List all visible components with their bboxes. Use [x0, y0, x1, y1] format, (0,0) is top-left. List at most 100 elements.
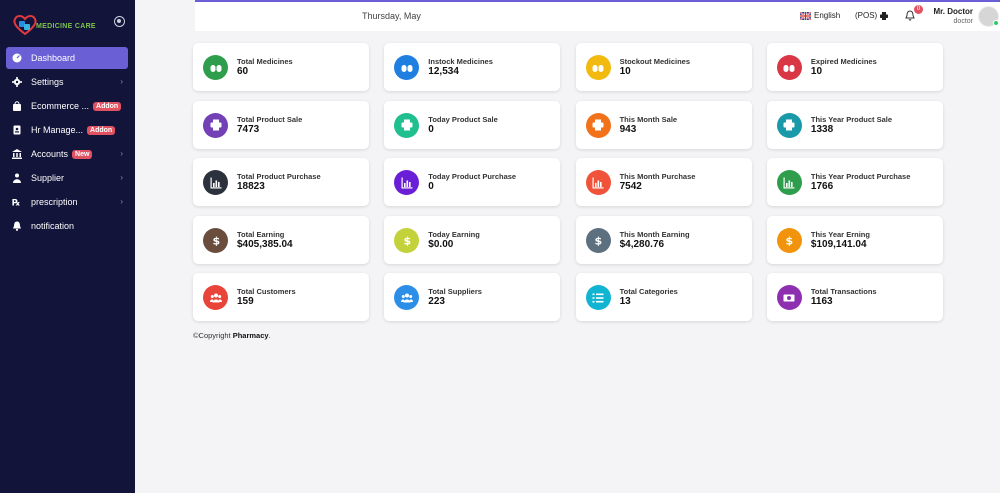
pos-button[interactable]: (POS): [855, 11, 889, 20]
prescription-icon: ℞: [12, 197, 22, 208]
stat-card-value: $405,385.04: [237, 238, 293, 250]
sidebar-item-label: prescription: [31, 197, 78, 207]
stat-card[interactable]: Total Categories 13: [575, 273, 752, 321]
stat-card-value: $0.00: [428, 238, 454, 250]
stat-card[interactable]: Total Product Purchase 18823: [193, 158, 369, 206]
topbar: Thursday, May English (POS) 0 Mr. Doctor…: [195, 0, 1000, 31]
sidebar-item-ecommerce[interactable]: Ecommerce ... Addon: [6, 95, 128, 117]
current-date: Thursday, May: [362, 11, 421, 21]
stat-card-value: $4,280.76: [619, 238, 665, 250]
stat-card[interactable]: Total Product Sale 7473: [193, 100, 369, 149]
sidebar-item-hr-management[interactable]: Hr Manage... Addon: [6, 119, 128, 141]
medicine-care-logo: [13, 15, 37, 36]
users-icon: [203, 285, 228, 310]
notification-count-badge: 0: [914, 5, 923, 14]
stat-card-label: Total Product Sale: [237, 114, 303, 124]
stat-card[interactable]: Total Transactions 1163: [766, 273, 943, 321]
money-icon: [776, 285, 802, 310]
pills-icon: [776, 55, 802, 80]
sidebar-toggle-icon[interactable]: [114, 16, 125, 27]
stat-card-label: This Month Earning: [619, 229, 690, 239]
stat-card-label: This Month Purchase: [619, 172, 696, 181]
language-selector[interactable]: English: [800, 11, 840, 20]
stat-card-label: Total Transactions: [810, 287, 877, 296]
bank-icon: [12, 149, 22, 159]
printer-icon: [585, 112, 611, 138]
stat-card-value: 1163: [810, 296, 833, 307]
stat-card-label: This Year Erning: [810, 229, 870, 239]
stat-card[interactable]: $ This Month Earning $4,280.76: [575, 215, 752, 264]
stat-card-value: 10: [619, 66, 631, 77]
stat-card[interactable]: This Year Product Purchase 1766: [766, 158, 943, 206]
stat-card-label: This Year Product Sale: [810, 114, 893, 124]
sidebar-item-label: Ecommerce ...: [31, 101, 90, 111]
printer-icon: [203, 112, 228, 138]
brand[interactable]: MEDICINE CARE: [10, 12, 125, 38]
bell-icon: [12, 221, 22, 231]
stat-card-value: 60: [237, 66, 249, 77]
stat-card-value: 159: [237, 296, 254, 307]
stat-card[interactable]: This Month Purchase 7542: [575, 158, 752, 206]
notification-bell-icon[interactable]: [905, 10, 915, 21]
stat-card-label: Today Earning: [428, 229, 480, 239]
sidebar-item-notification[interactable]: notification: [6, 215, 128, 237]
stat-card[interactable]: Total Suppliers 223: [384, 273, 561, 321]
stat-card[interactable]: Expired Medicines 10: [766, 43, 943, 91]
stat-card-value: 1338: [810, 123, 834, 135]
footer: ©Copyright Pharmacy.: [193, 331, 271, 340]
chevron-right-icon: ›: [120, 149, 123, 158]
stat-card-label: Today Product Purchase: [428, 172, 517, 181]
footer-suffix: .: [268, 331, 271, 340]
stat-card-label: Expired Medicines: [810, 57, 877, 66]
footer-brand[interactable]: Pharmacy: [233, 331, 269, 340]
stat-card[interactable]: $ Total Earning $405,385.04: [193, 215, 369, 264]
stat-card-value: 7542: [619, 181, 642, 192]
stat-card[interactable]: $ This Year Erning $109,141.04: [766, 215, 943, 264]
dollar-icon: $: [776, 227, 802, 253]
stat-card[interactable]: This Year Product Sale 1338: [766, 100, 943, 149]
sidebar-item-label: Dashboard: [31, 53, 76, 63]
stat-card[interactable]: Today Product Purchase 0: [384, 158, 561, 206]
stat-card-value: 7473: [237, 123, 260, 135]
sidebar-item-label: Accounts: [31, 149, 69, 159]
stat-card-label: Total Customers: [237, 287, 296, 296]
pills-icon: [203, 55, 228, 80]
user-role: doctor: [953, 18, 973, 25]
sidebar-item-accounts[interactable]: Accounts New ›: [6, 143, 128, 165]
stat-card-label: Total Medicines: [237, 57, 293, 66]
svg-text:℞: ℞: [12, 199, 20, 208]
stat-card-label: Total Suppliers: [428, 287, 482, 296]
gear-icon: [12, 77, 22, 87]
stat-card[interactable]: This Month Sale 943: [575, 100, 752, 149]
users-icon: [394, 285, 420, 310]
svg-text:$: $: [786, 235, 794, 247]
bar-chart-icon: [203, 170, 228, 195]
sidebar-nav: Dashboard Settings › Ecommerce ... Addon…: [6, 47, 128, 239]
sidebar-item-supplier[interactable]: Supplier ›: [6, 167, 128, 189]
stat-card-value: 0: [428, 181, 434, 192]
sidebar-item-label: notification: [31, 221, 75, 231]
main-content: Thursday, May English (POS) 0 Mr. Doctor…: [135, 0, 1000, 493]
pills-icon: [585, 55, 611, 80]
stat-card-label: Instock Medicines: [428, 57, 493, 66]
stat-card[interactable]: $ Today Earning $0.00: [384, 215, 561, 264]
stat-card[interactable]: Total Customers 159: [193, 273, 369, 321]
stat-card-value: 13: [619, 296, 631, 307]
chevron-right-icon: ›: [120, 197, 123, 206]
stat-card[interactable]: Instock Medicines 12,534: [384, 43, 561, 91]
sidebar-item-settings[interactable]: Settings ›: [6, 71, 128, 93]
sidebar-item-label: Supplier: [31, 173, 65, 183]
sidebar-item-dashboard[interactable]: Dashboard: [6, 47, 128, 69]
stat-card[interactable]: Stockout Medicines 10: [575, 43, 752, 91]
stat-card[interactable]: Total Medicines 60: [193, 43, 369, 91]
brand-name: MEDICINE CARE: [36, 23, 96, 30]
stat-card[interactable]: Today Product Sale 0: [384, 100, 561, 149]
sidebar-item-prescription[interactable]: ℞ prescription ›: [6, 191, 128, 213]
pos-label: (POS): [855, 11, 878, 20]
dashboard-icon: [12, 53, 22, 63]
user-name[interactable]: Mr. Doctor: [931, 7, 973, 16]
bar-chart-icon: [776, 170, 802, 195]
stat-card-label: Today Product Sale: [428, 114, 498, 124]
stat-card-value: 223: [428, 296, 445, 307]
sidebar: MEDICINE CARE Dashboard Settings › Ecomm…: [0, 0, 135, 493]
